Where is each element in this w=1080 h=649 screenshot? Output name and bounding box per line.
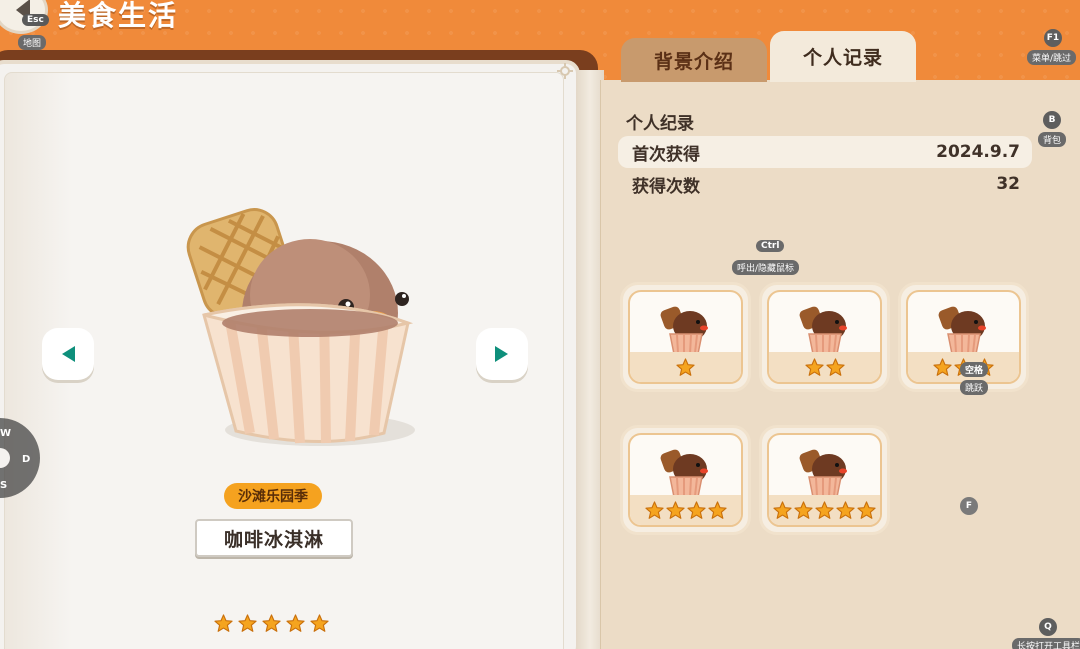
variant-card-frame [628,290,743,384]
star-icon [286,614,305,632]
esc-key-badge: Esc [22,14,49,26]
variant-card-frame [767,290,882,384]
jump-hint: 跳跃 [960,380,989,395]
dpad-down-key: S [0,480,8,491]
star-icon [707,500,727,519]
ctrl-key-badge: Ctrl [756,240,785,252]
obtain-count-row: 获得次数 32 [618,168,1032,200]
toggle-mouse-hint: 呼出/隐藏鼠标 [732,260,800,275]
variant-card-2[interactable] [759,282,890,392]
item-rating [214,614,329,633]
map-hint-label: 地图 [18,35,47,50]
star-icon [825,357,845,376]
tab-personal-record[interactable]: 个人记录 [770,31,916,82]
star-icon [665,500,685,519]
star-icon [686,500,706,519]
star-icon [804,357,824,376]
variant-card-4[interactable] [620,425,751,535]
next-item-button[interactable] [476,328,528,380]
coffee-ice-cream-icon [799,306,847,355]
prev-item-button[interactable] [42,328,94,380]
star-icon [238,614,257,632]
dpad-up-key: W [0,428,12,439]
dpad-right-key: D [22,454,31,465]
star-icon [262,614,281,632]
first-obtained-label: 首次获得 [632,144,700,165]
coffee-ice-cream-illustration [186,208,415,446]
first-obtained-row: 首次获得 2024.9.7 [618,136,1032,168]
coffee-ice-cream-icon [660,306,708,355]
star-icon [836,500,855,519]
menu-skip-hint: 菜单/跳过 [1027,50,1077,65]
star-icon [676,357,695,376]
star-icon [310,614,329,632]
star-icon [773,500,792,519]
variant-card-frame [767,433,882,527]
star-icon [815,500,834,519]
variant-star-rating [630,352,741,382]
backpack-hint: 背包 [1038,132,1067,147]
f1-key-badge: F1 [1044,29,1062,47]
variant-star-rating [769,495,880,525]
b-key-badge: B [1043,111,1061,129]
obtain-count-value: 32 [996,174,1020,194]
space-key-badge: 空格 [960,362,989,377]
obtain-count-label: 获得次数 [632,176,700,197]
star-icon [214,614,233,632]
toolbar-hint: 长按打开工具栏 [1012,638,1080,649]
page-title: 美食生活 [58,0,179,32]
coffee-ice-cream-icon [938,306,986,355]
first-obtained-value: 2024.9.7 [936,142,1020,162]
coffee-ice-cream-icon [660,449,708,498]
coffee-ice-cream-icon [799,449,847,498]
record-section-title: 个人纪录 [626,114,694,134]
star-icon [644,500,664,519]
star-icon [794,500,813,519]
tab-background-intro[interactable]: 背景介绍 [621,38,767,82]
triangle-right-icon [495,346,508,362]
triangle-left-icon [62,346,75,362]
corner-ornament-icon [557,63,573,79]
item-name: 咖啡冰淇淋 [223,528,324,551]
item-name-plate: 咖啡冰淇淋 [195,519,353,557]
dpad-center [0,448,10,468]
variant-card-5[interactable] [759,425,890,535]
star-icon [933,357,952,376]
variant-card-frame [628,433,743,527]
f-key-badge: F [960,497,978,515]
q-key-badge: Q [1039,618,1057,636]
star-icon [857,500,876,519]
variant-card-1[interactable] [620,282,751,392]
season-badge: 沙滩乐园季 [224,483,322,509]
variant-star-rating [630,495,741,525]
variant-star-rating [769,352,880,382]
